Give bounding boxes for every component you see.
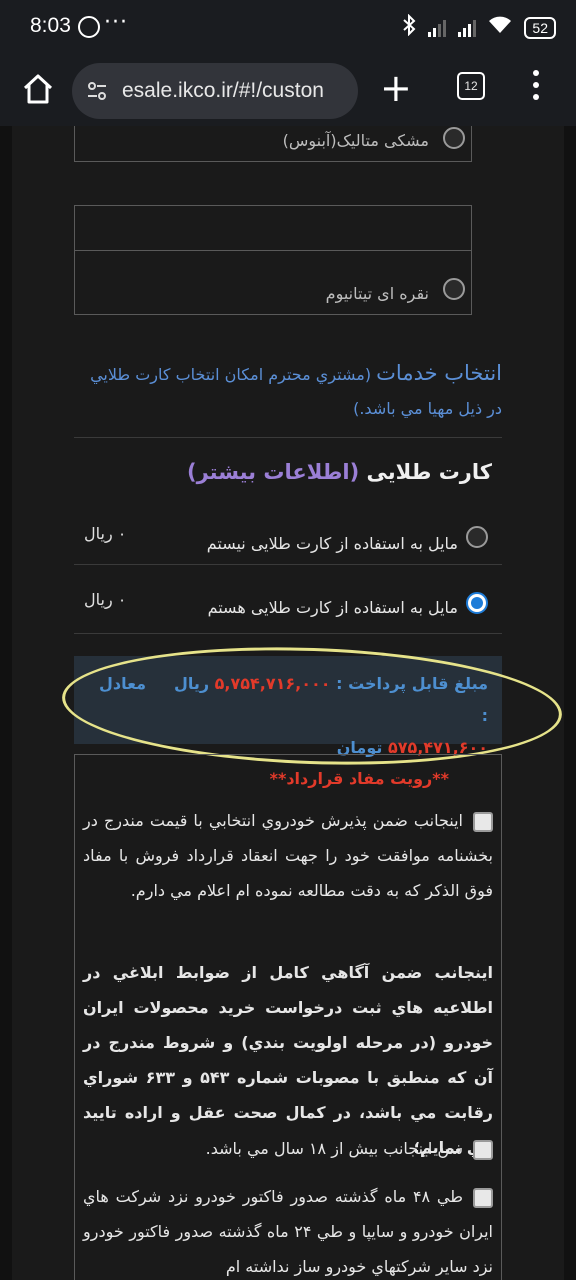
invoice-item: طي ۴۸ ماه گذشته صدور فاکتور خودرو نزد شر… [83,1179,494,1280]
battery-icon: 52 [524,16,556,39]
age-item: سن اينجانب بيش از ۱۸ سال مي باشد. [206,1139,493,1160]
color-option-label: نقره ای تیتانیوم [325,284,429,303]
services-section: انتخاب خدمات (مشتري محترم امکان انتخاب ک… [86,356,502,426]
new-tab-icon[interactable]: + [380,68,412,108]
color-radio[interactable] [443,127,465,149]
age-text: سن اينجانب بيش از ۱۸ سال مي باشد. [205,1139,463,1158]
more-info-link[interactable]: (اطلاعات بیشتر) [187,460,359,484]
gold-card-option-no: مایل به استفاده از کارت طلایی نیستم [206,534,458,553]
gold-card-option-yes: مایل به استفاده از کارت طلایی هستم [207,598,458,617]
gold-card-label: کارت طلایی [366,460,492,484]
divider [75,250,471,251]
home-icon[interactable] [18,69,58,109]
gold-card-title: کارت طلایی (اطلاعات بیشتر) [187,460,492,484]
overflow-menu-icon[interactable] [532,70,540,102]
agreement-checkbox[interactable] [473,811,493,832]
web-page: مشکی متالیک(آبنوس) نقره ای تیتانیوم انتخ… [0,126,576,1280]
divider [74,437,502,438]
agreement-item: اينجانب ضمن پذيرش خودروي انتخابي با قيمت… [83,803,493,908]
app-notification-icon [78,16,100,38]
color-option-box: نقره ای تیتانیوم [74,205,472,315]
site-settings-icon[interactable] [86,80,108,102]
status-bar: 8:03 ··· 52 [0,0,576,56]
url-text: esale.ikco.ir/#!/custon [122,79,324,102]
color-option-box: مشکی متالیک(آبنوس) [74,126,472,162]
gold-card-radio-no[interactable] [466,526,488,548]
color-option-label: مشکی متالیک(آبنوس) [282,131,429,150]
agreement-text: اينجانب ضمن پذيرش خودروي انتخابي با قيمت… [83,811,493,900]
divider [74,564,502,565]
invoice-text: طي ۴۸ ماه گذشته صدور فاکتور خودرو نزد شر… [83,1187,493,1276]
gold-card-price-no: ۰ ریال [84,524,127,543]
gold-card-price-yes: ۰ ریال [84,590,127,609]
bluetooth-icon [402,13,416,41]
address-bar[interactable]: esale.ikco.ir/#!/custon [72,63,358,119]
invoice-checkbox[interactable] [473,1187,494,1208]
more-notifications-icon: ··· [104,10,128,35]
terms-paragraph: اینجانب ضمن آگاهي کامل از ضوابط ابلاغي د… [83,963,494,1157]
tab-switcher-button[interactable]: 12 [457,72,485,100]
signal-icon [428,19,447,37]
gold-card-radio-yes[interactable] [466,592,488,614]
clock: 8:03 [30,14,71,37]
services-title: انتخاب خدمات [376,361,502,385]
contract-box: **رویت مفاد قرارداد** اينجانب ضمن پذيرش … [74,754,502,1280]
age-checkbox[interactable] [473,1139,493,1160]
color-radio[interactable] [443,278,465,300]
browser-toolbar: esale.ikco.ir/#!/custon + 12 [0,56,576,126]
wifi-icon [488,15,512,40]
signal-icon-2 [458,19,477,37]
contract-title: **رویت مفاد قرارداد** [269,769,449,788]
divider [74,633,502,634]
